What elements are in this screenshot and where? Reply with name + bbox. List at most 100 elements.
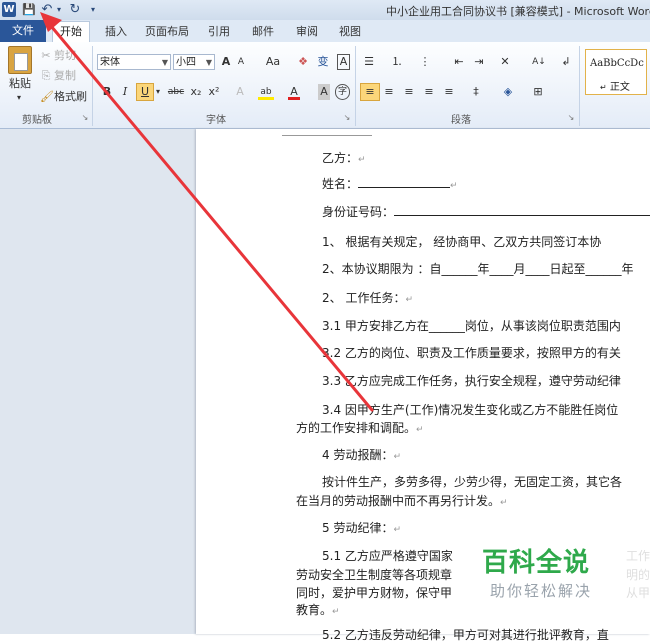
paragraph-group-label: 段落 <box>451 115 471 126</box>
phonetic-guide-button[interactable]: 变 <box>316 54 330 70</box>
superscript-button[interactable]: x² <box>206 84 222 100</box>
customize-qat-icon[interactable]: ▾ <box>88 2 98 17</box>
format-painter-icon[interactable]: 🖌 <box>40 89 54 105</box>
subscript-button[interactable]: x₂ <box>188 84 204 100</box>
strikethrough-button[interactable]: abc <box>166 84 186 100</box>
save-icon[interactable]: 💾 <box>22 2 36 17</box>
doc-line: 姓名： ↵ <box>322 177 458 191</box>
character-shading-button[interactable]: A <box>318 84 330 100</box>
style-normal-tile[interactable]: AaBbCcDc ↵ 正文 <box>585 49 647 95</box>
doc-line: 2、 工作任务：↵ <box>322 291 413 305</box>
doc-line: 方的工作安排和调配。↵ <box>296 421 424 435</box>
font-name-value: 宋体 <box>100 57 120 68</box>
align-left-button[interactable]: ≡ <box>360 83 380 101</box>
doc-line: 5.1 乙方应严格遵守国家 <box>322 549 453 563</box>
font-size-value: 小四 <box>176 57 196 68</box>
change-case-button[interactable]: Aa <box>264 54 282 70</box>
sort-button[interactable]: A↓ <box>530 54 548 70</box>
distributed-button[interactable]: ≡ <box>442 84 456 100</box>
line-spacing-button[interactable]: ‡ <box>468 84 484 100</box>
watermark-title: 百科全说 <box>482 548 591 578</box>
enclose-characters-button[interactable]: 字 <box>335 84 350 100</box>
tab-review[interactable]: 审阅 <box>295 23 319 41</box>
doc-line: 3.2 乙方的岗位、职责及工作质量要求，按照甲方的有关 <box>322 346 621 360</box>
cut-button[interactable]: 剪切 <box>54 48 80 64</box>
show-marks-button[interactable]: ↲ <box>560 54 572 70</box>
ribbon: 粘贴 ▾ ✂ 剪切 ⎘ 复制 🖌 格式刷 剪贴板 ↘ 宋体 ▼ 小四 ▼ A A A… <box>0 42 650 129</box>
doc-line: 乙方：↵ <box>322 151 366 165</box>
paste-dropdown-icon[interactable]: ▾ <box>14 90 24 106</box>
style-name-label: ↵ 正文 <box>600 82 630 93</box>
doc-line: 3.3 乙方应完成工作任务，执行安全规程，遵守劳动纪律 <box>322 374 621 388</box>
multilevel-list-button[interactable]: ⋮ <box>418 54 432 70</box>
tab-references[interactable]: 引用 <box>207 23 231 41</box>
justify-button[interactable]: ≡ <box>422 84 436 100</box>
doc-line: 3.1 甲方安排乙方在______岗位，从事该岗位职责范围内 <box>322 319 621 333</box>
ribbon-tabs: 插入 页面布局 引用 邮件 审阅 视图 <box>0 20 650 42</box>
character-border-button[interactable]: A <box>337 54 350 70</box>
doc-line: 身份证号码： <box>322 203 650 220</box>
clipboard-group-label: 剪贴板 <box>22 115 52 126</box>
title-bar: W 💾 ↶ ▾ ↻ ▾ 中小企业用工合同协议书 [兼容模式] - Microso… <box>0 0 650 20</box>
paragraph-shading-button[interactable]: ◈ <box>500 84 516 100</box>
style-preview-text: AaBbCcDc <box>590 58 644 69</box>
undo-icon[interactable]: ↶ <box>40 2 54 17</box>
chevron-down-icon: ▼ <box>161 58 168 67</box>
text-effects-button[interactable]: A <box>233 84 247 100</box>
clear-format-button[interactable]: ❖ <box>296 54 310 70</box>
font-launcher-icon[interactable]: ↘ <box>342 110 352 126</box>
italic-button[interactable]: I <box>119 84 131 100</box>
watermark-subtitle: 助你轻松解决 <box>490 582 593 600</box>
font-name-combo[interactable]: 宋体 ▼ <box>97 54 171 70</box>
doc-line: 劳动安全卫生制度等各项规章 <box>296 568 453 582</box>
doc-line: 2、本协议期限为 ：自______年____月____日起至______年 <box>322 262 634 276</box>
tab-file[interactable]: 文件 <box>0 20 46 42</box>
tab-page-layout[interactable]: 页面布局 <box>145 23 189 41</box>
numbering-button[interactable]: ⒈ <box>390 54 404 70</box>
doc-line: 3.4 因甲方生产(工作)情况发生变化或乙方不能胜任岗位 <box>322 403 619 417</box>
doc-line: 在当月的劳动报酬中而不再另行计发。↵ <box>296 494 508 508</box>
group-divider <box>92 46 93 126</box>
bullets-button[interactable]: ☰ <box>362 54 376 70</box>
align-center-button[interactable]: ≡ <box>382 84 396 100</box>
decrease-indent-button[interactable]: ⇤ <box>452 54 466 70</box>
chinese-layout-button[interactable]: ✕ <box>498 54 512 70</box>
undo-dropdown-icon[interactable]: ▾ <box>55 2 63 17</box>
watermark-badge: 百科全说 助你轻松解决 <box>464 538 650 610</box>
tab-mailings[interactable]: 邮件 <box>251 23 275 41</box>
doc-line: 5.2 乙方违反劳动纪律，甲方可对其进行批评教育，直 <box>322 628 609 642</box>
copy-button[interactable]: 复制 <box>54 68 80 84</box>
tab-home[interactable]: 开始 <box>52 21 90 43</box>
paste-icon[interactable] <box>8 46 32 74</box>
borders-button[interactable]: ⊞ <box>530 84 546 100</box>
grow-font-button[interactable]: A <box>219 54 233 70</box>
group-divider <box>355 46 356 126</box>
shrink-font-button[interactable]: A <box>235 54 247 70</box>
doc-line: 1、 根据有关规定， 经协商甲、乙双方共同签订本协 <box>322 235 602 249</box>
paragraph-launcher-icon[interactable]: ↘ <box>566 110 576 126</box>
doc-line: 5 劳动纪律：↵ <box>322 521 401 535</box>
redo-icon[interactable]: ↻ <box>68 2 82 17</box>
cut-icon[interactable]: ✂ <box>40 48 52 64</box>
chevron-down-icon: ▼ <box>205 58 212 67</box>
tab-insert[interactable]: 插入 <box>104 23 128 41</box>
align-right-button[interactable]: ≡ <box>402 84 416 100</box>
bold-button[interactable]: B <box>101 84 113 100</box>
word-logo-icon[interactable]: W <box>2 2 16 17</box>
window-title: 中小企业用工合同协议书 [兼容模式] - Microsoft Word (读 <box>386 5 650 18</box>
underline-button[interactable]: U <box>136 83 154 101</box>
tab-view[interactable]: 视图 <box>338 23 362 41</box>
underline-dropdown-icon[interactable]: ▾ <box>154 84 162 100</box>
doc-line: 同时，爱护甲方财物，保守甲 <box>296 586 453 600</box>
font-group-label: 字体 <box>206 115 226 126</box>
highlight-button[interactable]: ab <box>258 84 274 100</box>
format-painter-button[interactable]: 格式刷 <box>54 89 90 105</box>
font-color-button[interactable]: A <box>288 84 300 100</box>
increase-indent-button[interactable]: ⇥ <box>472 54 486 70</box>
doc-line: 4 劳动报酬：↵ <box>322 448 401 462</box>
doc-line: 按计件生产，多劳多得，少劳少得，无固定工资，其它各 <box>322 475 623 489</box>
font-size-combo[interactable]: 小四 ▼ <box>173 54 215 70</box>
clipboard-launcher-icon[interactable]: ↘ <box>80 110 90 126</box>
doc-line: 教育。↵ <box>296 603 340 617</box>
copy-icon[interactable]: ⎘ <box>40 68 52 84</box>
